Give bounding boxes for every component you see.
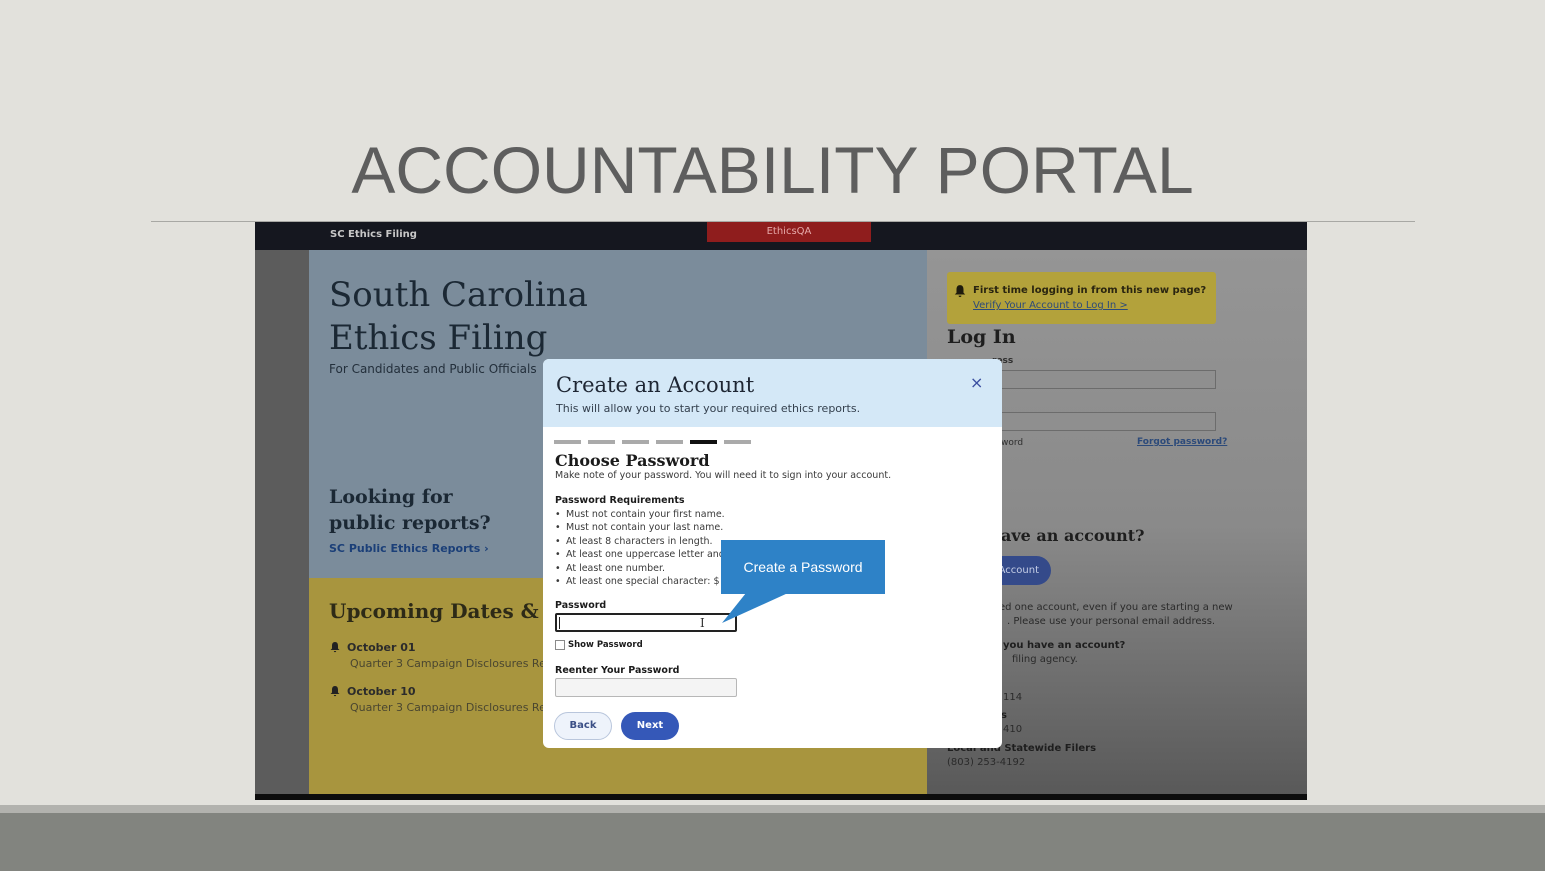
step-indicator: [622, 440, 649, 444]
bell-icon: [330, 686, 340, 697]
public-reports-link[interactable]: SC Public Ethics Reports ›: [329, 542, 489, 555]
step-indicator: [724, 440, 751, 444]
local-filers-phone: (803) 253-4192: [947, 757, 1026, 768]
environment-badge: EthicsQA: [707, 222, 871, 242]
topbar-brand[interactable]: SC Ethics Filing: [330, 229, 417, 240]
public-reports-heading-line2: public reports?: [329, 512, 491, 534]
back-button[interactable]: Back: [554, 712, 612, 740]
phone-1: 114: [1003, 692, 1023, 703]
public-reports-heading: Looking for public reports?: [329, 484, 549, 536]
show-password-label: Show Password: [568, 640, 643, 650]
site-title-line1: South Carolina: [329, 275, 588, 315]
requirement-item: At least one number.: [555, 562, 737, 575]
requirements-list: Must not contain your first name. Must n…: [555, 508, 737, 588]
upcoming-dates-heading: Upcoming Dates & De: [329, 599, 576, 623]
step-indicator: [588, 440, 615, 444]
site-subtitle: For Candidates and Public Officials: [329, 362, 537, 376]
slide-bottom-stripe: [0, 805, 1545, 813]
modal-title: Create an Account: [556, 373, 755, 397]
remember-label: word: [1001, 438, 1024, 448]
notice-title: First time logging in from this new page…: [973, 285, 1207, 296]
modal-header: Create an Account This will allow you to…: [543, 359, 1002, 427]
date-item: October 01 Quarter 3 Campaign Disclosure…: [329, 641, 564, 670]
info-line-1: ed one account, even if you are starting…: [999, 602, 1233, 613]
have-account-heading: you have an account?: [1003, 640, 1126, 651]
step-indicator: [656, 440, 683, 444]
screenshot-bottom-edge: [255, 794, 1307, 800]
public-reports-heading-line1: Looking for: [329, 486, 453, 508]
site-title-line2: Ethics Filing: [329, 318, 548, 358]
no-account-heading: ave an account?: [1001, 526, 1145, 545]
filing-agency-text: filing agency.: [1012, 654, 1078, 665]
bell-icon: [330, 642, 340, 653]
date-label: October 10: [347, 685, 416, 698]
date-description: Quarter 3 Campaign Disclosures Repor: [350, 657, 565, 670]
slide-title: ACCOUNTABILITY PORTAL: [351, 133, 1194, 207]
step-indicator: [690, 440, 717, 444]
left-gutter: [255, 250, 309, 800]
requirement-item: Must not contain your first name.: [555, 508, 737, 521]
reenter-password-label: Reenter Your Password: [555, 665, 680, 676]
callout-text: Create a Password: [743, 559, 863, 575]
forgot-password-link[interactable]: Forgot password?: [1137, 437, 1227, 447]
date-label: October 01: [347, 641, 416, 654]
reenter-password-field[interactable]: [555, 678, 737, 697]
ibeam-cursor-icon: I: [700, 616, 705, 630]
section-title: Choose Password: [555, 451, 710, 470]
next-button[interactable]: Next: [621, 712, 679, 740]
close-icon[interactable]: ×: [970, 373, 983, 392]
requirement-item: Must not contain your last name.: [555, 521, 737, 534]
callout-pointer-icon: [722, 593, 788, 623]
info-line-2: . Please use your personal email address…: [1007, 616, 1216, 627]
login-heading: Log In: [947, 326, 1016, 348]
requirement-item: At least one special character: $ ! #: [555, 575, 737, 588]
site-topbar: SC Ethics Filing EthicsQA: [255, 222, 1307, 250]
bell-icon: [954, 285, 966, 298]
section-subtitle: Make note of your password. You will nee…: [555, 470, 892, 481]
date-description: Quarter 3 Campaign Disclosures Repor: [350, 701, 565, 714]
slide-bottom-band: [0, 813, 1545, 871]
tutorial-callout: Create a Password: [721, 540, 885, 594]
password-label: Password: [555, 600, 607, 611]
phone-2: 410: [1003, 724, 1023, 735]
requirement-item: At least 8 characters in length.: [555, 535, 737, 548]
requirement-item: At least one uppercase letter and o: [555, 548, 737, 561]
modal-subtitle: This will allow you to start your requir…: [556, 402, 861, 415]
text-caret: [559, 617, 560, 629]
password-field[interactable]: I: [555, 613, 737, 632]
step-indicator: [554, 440, 581, 444]
date-item: October 10 Quarter 3 Campaign Disclosure…: [329, 685, 564, 714]
verify-account-link[interactable]: Verify Your Account to Log In >: [973, 300, 1128, 311]
show-password-checkbox[interactable]: [555, 640, 565, 650]
requirements-heading: Password Requirements: [555, 495, 685, 506]
first-login-notice: First time logging in from this new page…: [947, 272, 1216, 324]
site-title: South Carolina Ethics Filing: [329, 274, 629, 360]
